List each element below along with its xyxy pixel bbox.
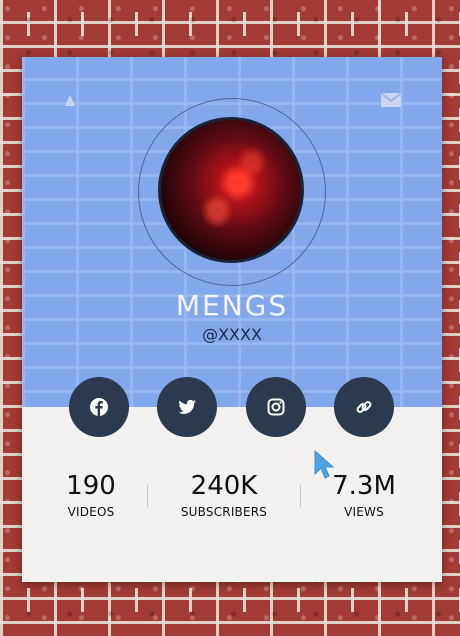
mouse-pointer-icon xyxy=(314,449,336,484)
mail-icon[interactable] xyxy=(380,92,402,110)
instagram-button[interactable] xyxy=(246,377,306,437)
twitter-icon xyxy=(178,399,196,414)
stat-label: VIDEOS xyxy=(67,505,115,519)
stat-divider xyxy=(300,485,301,507)
profile-name: MENGS xyxy=(175,289,289,322)
avatar[interactable] xyxy=(158,117,304,263)
link-icon xyxy=(356,401,372,413)
stat-label: SUBSCRIBERS xyxy=(180,505,268,519)
bell-icon[interactable] xyxy=(62,93,78,112)
twitter-button[interactable] xyxy=(157,377,217,437)
profile-card: MENGS @XXXX 190 VIDEOS 240K SUBSCRIBERS xyxy=(22,57,442,582)
facebook-button[interactable] xyxy=(69,377,129,437)
facebook-icon xyxy=(90,398,108,416)
stat-value: 240K xyxy=(190,471,258,501)
stat-divider xyxy=(147,485,148,507)
stat-label: VIEWS xyxy=(344,505,384,519)
stat-subscribers: 240K SUBSCRIBERS xyxy=(164,470,284,519)
stat-value: 190 xyxy=(66,471,116,501)
instagram-icon xyxy=(267,398,285,416)
profile-handle: @XXXX xyxy=(202,325,262,344)
link-button[interactable] xyxy=(334,377,394,437)
stat-videos: 190 VIDEOS xyxy=(31,470,151,519)
